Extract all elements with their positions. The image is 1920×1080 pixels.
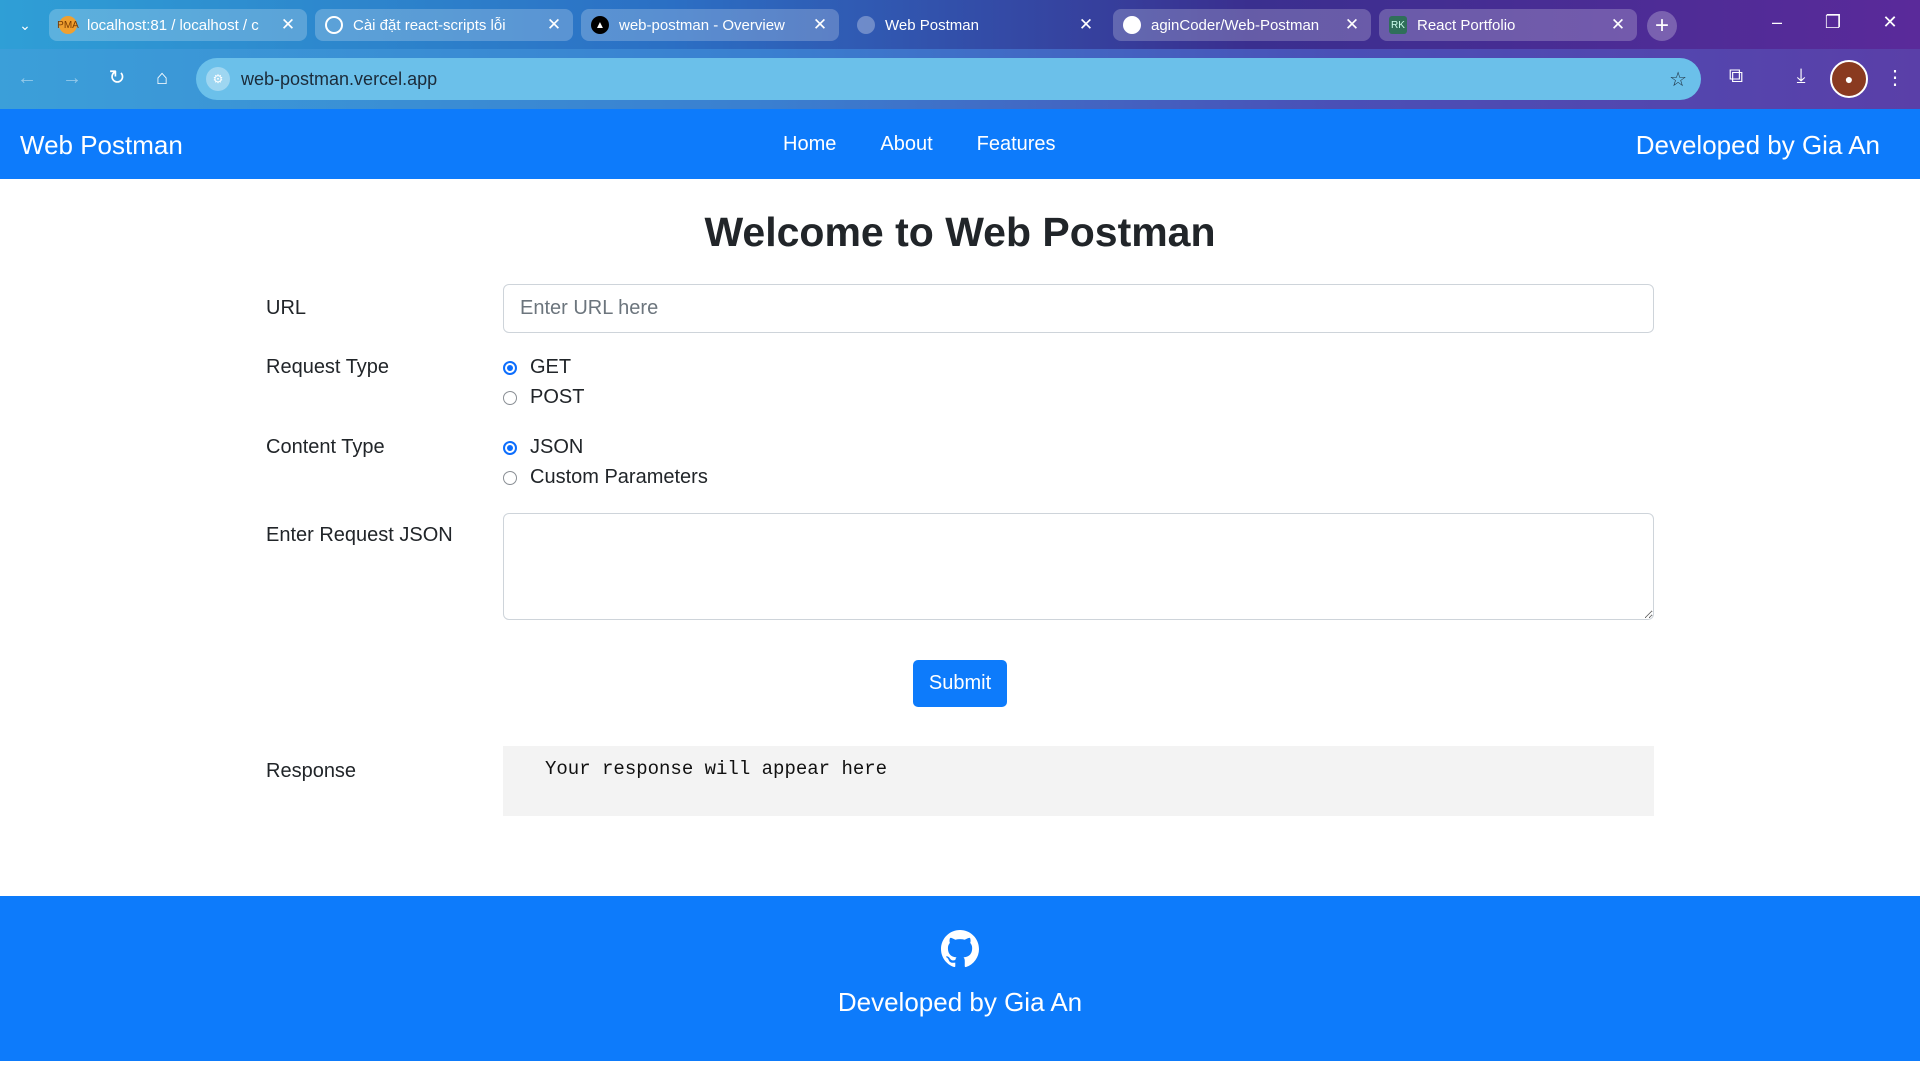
radio-get-label[interactable]: GET xyxy=(530,356,571,379)
radio-get[interactable]: GET xyxy=(503,356,571,379)
new-tab-button[interactable]: + xyxy=(1647,11,1677,41)
globe-favicon-icon xyxy=(857,16,875,34)
portfolio-favicon-icon: RK xyxy=(1389,16,1407,34)
navbar-brand[interactable]: Web Postman xyxy=(20,130,183,161)
download-icon[interactable]: ⤓ xyxy=(1786,65,1816,88)
forward-icon[interactable]: → xyxy=(57,63,87,93)
tab-title: Cài đặt react-scripts lỗi xyxy=(353,16,506,34)
tab-react-portfolio[interactable]: RK React Portfolio ✕ xyxy=(1379,9,1637,41)
nav-link-home[interactable]: Home xyxy=(783,133,836,156)
site-info-icon[interactable]: ⚙ xyxy=(206,67,230,91)
submit-button[interactable]: Submit xyxy=(913,660,1007,707)
phpmyadmin-favicon-icon: PMA xyxy=(57,16,79,34)
address-url[interactable]: web-postman.vercel.app xyxy=(241,69,437,90)
radio-post-label[interactable]: POST xyxy=(530,386,584,409)
radio-custom-parameters-button[interactable] xyxy=(503,470,517,485)
radio-json[interactable]: JSON xyxy=(503,436,583,459)
url-label: URL xyxy=(266,297,307,319)
reload-icon[interactable]: ↻ xyxy=(102,63,132,93)
menu-kebab-icon[interactable]: ⋮ xyxy=(1880,65,1910,90)
radio-get-button[interactable] xyxy=(503,360,517,375)
request-json-textarea[interactable] xyxy=(503,513,1654,620)
page-bottom-strip xyxy=(0,1061,1920,1080)
request-type-label: Request Type xyxy=(266,356,390,378)
tab-strip: ⌄ PMA localhost:81 / localhost / c ✕ Cài… xyxy=(0,0,1920,49)
tab-search-icon[interactable]: ⌄ xyxy=(14,14,36,36)
tab-title: aginCoder/Web-Postman xyxy=(1151,16,1320,34)
footer-developer-credit: Developed by Gia An xyxy=(837,987,1083,1017)
radio-custom-parameters[interactable]: Custom Parameters xyxy=(503,466,708,489)
vercel-favicon-icon: ▲ xyxy=(591,16,609,34)
tab-react-scripts[interactable]: Cài đặt react-scripts lỗi ✕ xyxy=(315,9,573,41)
site-navbar: Web Postman Home About Features Develope… xyxy=(0,109,1920,179)
close-tab-icon[interactable]: ✕ xyxy=(545,15,563,35)
radio-custom-parameters-label[interactable]: Custom Parameters xyxy=(530,466,708,489)
nav-link-about[interactable]: About xyxy=(880,133,932,156)
tab-title: Web Postman xyxy=(885,16,979,34)
tab-title: web-postman - Overview xyxy=(619,16,785,34)
home-icon[interactable]: ⌂ xyxy=(147,63,177,93)
extensions-icon[interactable]: ⧉ xyxy=(1721,65,1751,88)
tab-localhost[interactable]: PMA localhost:81 / localhost / c ✕ xyxy=(49,9,307,41)
close-tab-icon[interactable]: ✕ xyxy=(1343,15,1361,35)
chatgpt-favicon-icon xyxy=(325,16,343,34)
close-tab-icon[interactable]: ✕ xyxy=(1609,15,1627,35)
minimize-icon[interactable]: – xyxy=(1762,12,1792,33)
request-json-label: Enter Request JSON xyxy=(266,524,453,546)
response-text: Your response will appear here xyxy=(545,758,888,780)
restore-icon[interactable]: ❐ xyxy=(1818,12,1848,33)
github-icon[interactable] xyxy=(941,930,979,968)
radio-json-button[interactable] xyxy=(503,440,517,455)
nav-link-features[interactable]: Features xyxy=(977,133,1056,156)
navbar-links: Home About Features xyxy=(783,133,1056,156)
url-input[interactable] xyxy=(503,284,1654,333)
content-type-label: Content Type xyxy=(266,436,385,458)
back-icon[interactable]: ← xyxy=(12,63,42,93)
tab-vercel-overview[interactable]: ▲ web-postman - Overview ✕ xyxy=(581,9,839,41)
navbar-developer-credit: Developed by Gia An xyxy=(1635,130,1880,160)
bookmark-star-icon[interactable]: ☆ xyxy=(1669,67,1687,92)
radio-json-label[interactable]: JSON xyxy=(530,436,583,459)
web-page: Web Postman Home About Features Develope… xyxy=(0,109,1920,1080)
close-tab-icon[interactable]: ✕ xyxy=(279,15,297,35)
tab-web-postman[interactable]: Web Postman ✕ xyxy=(847,9,1105,41)
close-window-icon[interactable]: ✕ xyxy=(1875,12,1905,33)
site-footer: Developed by Gia An xyxy=(0,896,1920,1061)
address-bar[interactable]: ⚙ web-postman.vercel.app ☆ xyxy=(196,58,1701,100)
close-tab-icon[interactable]: ✕ xyxy=(811,15,829,35)
response-label: Response xyxy=(266,760,357,782)
close-tab-icon[interactable]: ✕ xyxy=(1077,15,1095,35)
tab-title: React Portfolio xyxy=(1417,16,1516,34)
profile-avatar[interactable]: ● xyxy=(1830,60,1868,98)
radio-post-button[interactable] xyxy=(503,390,517,405)
radio-post[interactable]: POST xyxy=(503,386,584,409)
tab-github[interactable]: aginCoder/Web-Postman ✕ xyxy=(1113,9,1371,41)
page-title: Welcome to Web Postman xyxy=(704,209,1216,255)
response-box: Your response will appear here xyxy=(503,746,1654,816)
tab-title: localhost:81 / localhost / c xyxy=(87,16,259,34)
github-favicon-icon xyxy=(1123,16,1141,34)
